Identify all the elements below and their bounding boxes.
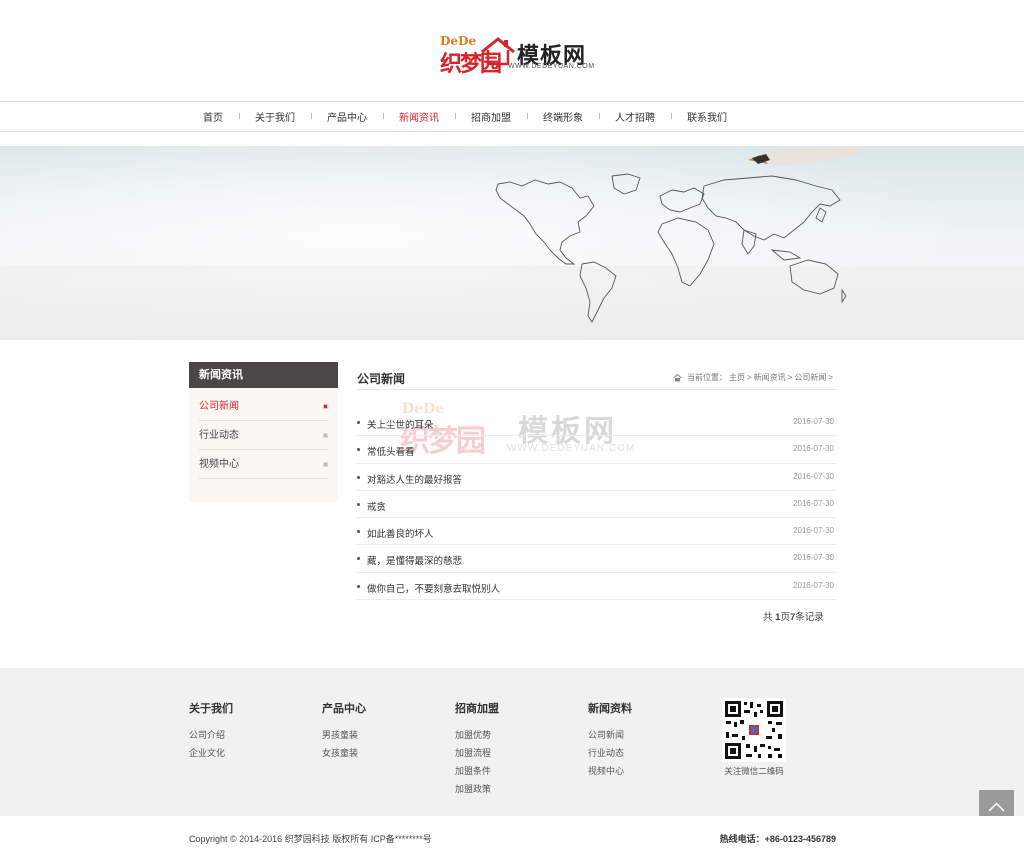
content-title: 公司新闻: [357, 372, 406, 386]
news-title[interactable]: 戒贪: [367, 499, 386, 513]
site-logo[interactable]: DeDe 织梦园 模板网 WWW.DEDEYUAN.COM: [440, 30, 594, 76]
news-row[interactable]: 藏，是懂得最深的慈悲 2016-07-30: [357, 545, 837, 573]
square-bullet-icon: [323, 433, 328, 438]
house-icon: [481, 37, 515, 66]
footer-link[interactable]: 视频中心: [588, 762, 632, 780]
bullet-icon: [357, 421, 360, 424]
footer-link[interactable]: 加盟政策: [455, 780, 499, 798]
breadcrumb-part: >: [746, 373, 752, 382]
pager-mid: 页: [780, 612, 790, 623]
home-icon: [673, 373, 682, 381]
footer-heading[interactable]: 新闻资料: [588, 700, 632, 716]
logo-url: WWW.DEDEYUAN.COM: [508, 63, 595, 70]
bullet-icon: [357, 530, 360, 534]
breadcrumb-part[interactable]: 新闻资讯: [754, 373, 786, 382]
sidebar-item-label: 公司新闻: [199, 401, 239, 412]
news-title[interactable]: 对豁达人生的最好报答: [367, 472, 462, 486]
world-map-illustration: [0, 146, 1024, 340]
news-list: 关上尘世的耳朵 2016-07-30 常低头看看 2016-07-30 对豁达人生的最好…: [357, 409, 837, 601]
hotline: 热线电话：+86-0123-456789: [719, 834, 836, 844]
nav-item-7[interactable]: 联系我们: [671, 109, 743, 124]
sidebar-item-2[interactable]: 视频中心: [199, 450, 328, 479]
sidebar-title: 新闻资讯: [189, 362, 338, 388]
bullet-icon: [357, 557, 360, 561]
sidebar-item-label: 视频中心: [199, 459, 239, 470]
footer-link[interactable]: 企业文化: [189, 744, 233, 762]
breadcrumb: 当前位置： 主页 > 新闻资讯 > 公司新闻 >: [673, 372, 834, 383]
bottom-bar: Copyright © 2014-2016 织梦园科技 版权所有 ICP备***…: [0, 816, 1024, 858]
header: DeDe 织梦园 模板网 WWW.DEDEYUAN.COM: [0, 0, 1024, 101]
news-date: 2016-07-30: [793, 498, 834, 508]
breadcrumb-part[interactable]: 公司新闻: [794, 373, 826, 382]
bullet-icon: [357, 448, 360, 452]
news-row[interactable]: 戒贪 2016-07-30: [357, 491, 837, 519]
news-date: 2016-07-30: [793, 553, 834, 563]
sidebar-item-label: 行业动态: [199, 430, 239, 441]
news-date: 2016-07-30: [793, 580, 834, 590]
footer-heading[interactable]: 产品中心: [322, 700, 366, 716]
qr-caption: 关注微信二维码: [724, 766, 784, 776]
news-date: 2016-07-30: [793, 417, 834, 426]
pagination-info: 共 1页7条记录: [763, 609, 824, 623]
news-row[interactable]: 常低头看看 2016-07-30: [357, 436, 837, 464]
footer-link[interactable]: 公司新闻: [588, 726, 632, 744]
square-bullet-icon: [323, 404, 328, 409]
news-row[interactable]: 做你自己，不要刻意去取悦别人 2016-07-30: [357, 573, 837, 601]
nav-list: 首页 关于我们 产品中心 新闻资讯 招商加盟 终端形象 人才招聘 联系我们: [188, 102, 743, 131]
footer-link[interactable]: 加盟优势: [455, 726, 499, 744]
content-panel: 公司新闻 当前位置： 主页 > 新闻资讯 > 公司新闻 >: [357, 362, 837, 390]
main-nav: 首页 关于我们 产品中心 新闻资讯 招商加盟 终端形象 人才招聘 联系我们: [0, 101, 1024, 132]
footer-link[interactable]: 男孩童装: [322, 726, 366, 744]
footer-link[interactable]: 女孩童装: [322, 744, 366, 762]
footer-link[interactable]: 公司介绍: [189, 726, 233, 744]
nav-item-6[interactable]: 人才招聘: [599, 109, 671, 124]
footer: 关于我们公司介绍 企业文化 产品中心男孩童装 女孩童装 招商加盟加盟优势 加盟流程 加盟条件…: [0, 668, 1024, 825]
pager-prefix: 共: [763, 612, 776, 623]
news-title[interactable]: 做你自己，不要刻意去取悦别人: [367, 581, 500, 595]
footer-column: 关于我们公司介绍 企业文化: [189, 700, 233, 762]
sidebar-item-1[interactable]: 行业动态: [199, 421, 328, 450]
news-row[interactable]: 如此善良的坏人 2016-07-30: [357, 518, 837, 546]
sidebar: 新闻资讯 公司新闻行业动态视频中心: [189, 362, 338, 502]
news-title[interactable]: 关上尘世的耳朵: [367, 417, 434, 431]
bullet-icon: [357, 502, 360, 506]
nav-item-3[interactable]: 新闻资讯: [383, 109, 455, 124]
news-date: 2016-07-30: [793, 471, 834, 481]
news-title[interactable]: 藏，是懂得最深的慈悲: [367, 553, 462, 567]
footer-column: 新闻资料公司新闻 行业动态 视频中心: [588, 700, 632, 780]
nav-item-4[interactable]: 招商加盟: [455, 109, 527, 124]
nav-item-5[interactable]: 终端形象: [527, 109, 599, 124]
copyright: Copyright © 2014-2016 织梦园科技 版权所有 ICP备***…: [189, 834, 432, 844]
content-header: 公司新闻 当前位置： 主页 > 新闻资讯 > 公司新闻 >: [357, 362, 837, 390]
footer-heading[interactable]: 关于我们: [189, 700, 233, 716]
breadcrumb-part[interactable]: 主页: [729, 373, 745, 382]
pager-suffix: 条记录: [795, 612, 824, 623]
breadcrumb-part: >: [828, 373, 833, 382]
bullet-icon: [357, 584, 360, 588]
hero-banner: [0, 146, 1024, 340]
footer-link[interactable]: 行业动态: [588, 744, 632, 762]
news-date: 2016-07-30: [793, 526, 834, 536]
breadcrumb-part: 当前位置：: [686, 373, 727, 382]
news-row[interactable]: 对豁达人生的最好报答 2016-07-30: [357, 464, 837, 491]
nav-item-2[interactable]: 产品中心: [311, 109, 383, 124]
news-title[interactable]: 如此善良的坏人: [367, 526, 434, 540]
footer-link[interactable]: 加盟流程: [455, 744, 499, 762]
nav-item-1[interactable]: 关于我们: [239, 109, 311, 124]
news-row[interactable]: 关上尘世的耳朵 2016-07-30: [357, 409, 837, 437]
news-title[interactable]: 常低头看看: [367, 444, 415, 458]
square-bullet-icon: [323, 462, 328, 467]
wechat-qr-code: [722, 698, 786, 762]
footer-heading[interactable]: 招商加盟: [455, 700, 499, 716]
news-date: 2016-07-30: [793, 444, 834, 454]
footer-link[interactable]: 加盟条件: [455, 762, 499, 780]
bullet-icon: [357, 475, 360, 479]
sidebar-item-0[interactable]: 公司新闻: [199, 392, 328, 421]
footer-column: 招商加盟加盟优势 加盟流程 加盟条件 加盟政策: [455, 700, 499, 798]
breadcrumb-part: >: [787, 373, 793, 382]
footer-column: 产品中心男孩童装 女孩童装: [322, 700, 366, 762]
nav-item-0[interactable]: 首页: [188, 109, 239, 124]
